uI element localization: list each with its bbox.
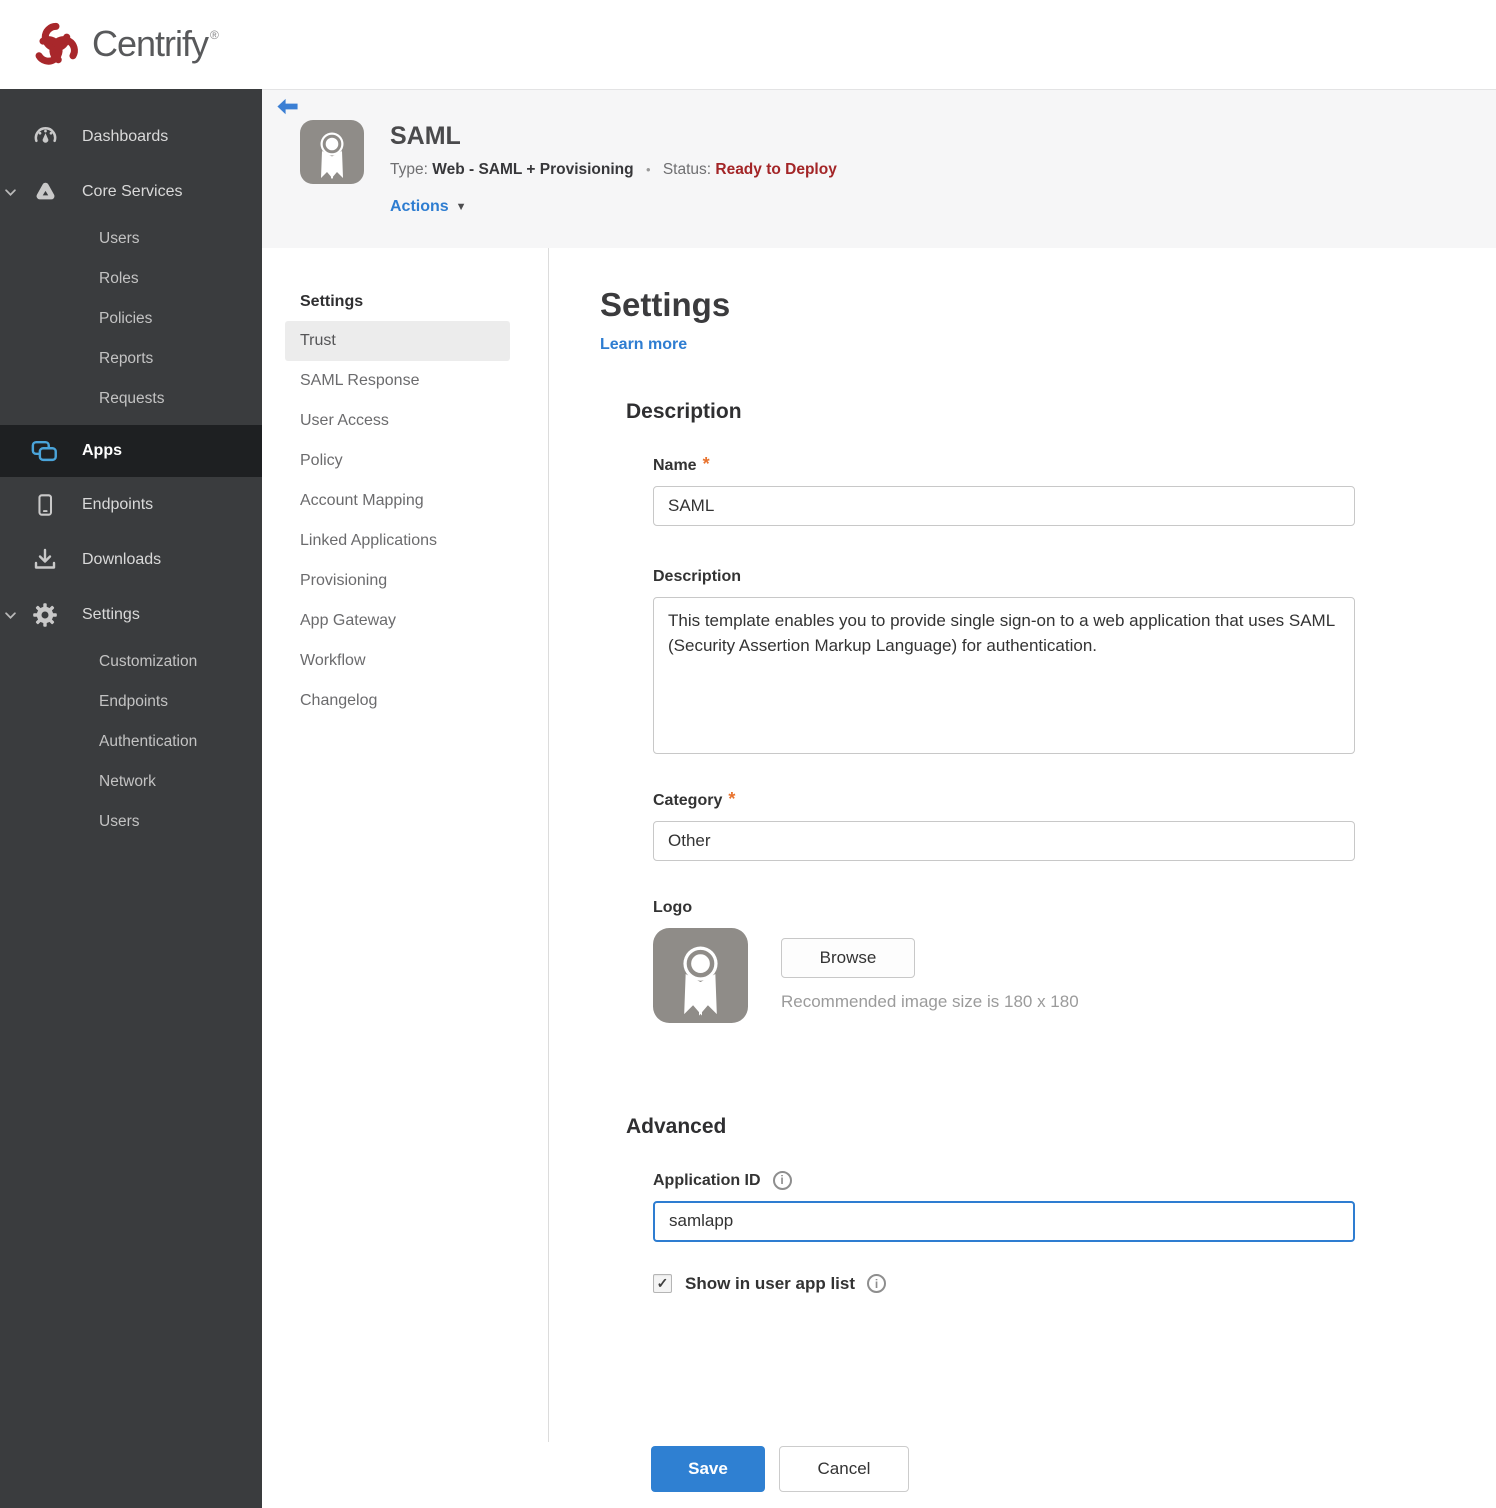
chevron-down-icon[interactable]	[5, 183, 16, 201]
sidebar-item-authentication[interactable]: Authentication	[0, 722, 262, 762]
info-icon[interactable]: i	[867, 1274, 887, 1294]
save-button[interactable]: Save	[651, 1445, 765, 1492]
subnav-item-provisioning[interactable]: Provisioning	[285, 561, 510, 601]
subnav-item-app-gateway[interactable]: App Gateway	[285, 601, 510, 641]
subnav-item-trust[interactable]: Trust	[285, 321, 510, 361]
centrify-swirl-icon	[35, 22, 78, 65]
core-services-icon	[31, 180, 59, 204]
download-icon	[31, 547, 59, 573]
sidebar-item-settings[interactable]: Settings	[0, 587, 262, 642]
name-label: Name *	[653, 453, 710, 474]
advanced-section-heading: Advanced	[626, 1114, 727, 1138]
sidebar-item-core-services[interactable]: Core Services	[0, 164, 262, 219]
sidebar-item-settings-endpoints[interactable]: Endpoints	[0, 682, 262, 722]
category-label: Category *	[653, 788, 736, 809]
sidebar-item-apps[interactable]: Apps	[0, 425, 262, 477]
required-marker: *	[728, 788, 736, 809]
sidebar-item-roles[interactable]: Roles	[0, 259, 262, 299]
app-meta: Type: Web - SAML + Provisioning • Status…	[390, 161, 837, 179]
chevron-down-icon[interactable]	[5, 606, 16, 624]
status-label: Status:	[662, 161, 712, 178]
browse-button[interactable]: Browse	[781, 937, 915, 978]
show-in-user-app-list-label: Show in user app list	[685, 1273, 856, 1293]
sidebar-item-customization[interactable]: Customization	[0, 642, 262, 682]
brand-trademark: ®	[210, 27, 219, 42]
apps-icon	[31, 439, 59, 464]
sidebar-item-downloads[interactable]: Downloads	[0, 532, 262, 587]
gauge-icon	[31, 124, 59, 149]
back-arrow-icon[interactable]	[276, 98, 299, 122]
type-value: Web - SAML + Provisioning	[432, 161, 634, 178]
required-marker: *	[702, 453, 710, 474]
app-subnav: Settings Trust SAML Response User Access…	[262, 248, 549, 1442]
sidebar-item-policies[interactable]: Policies	[0, 299, 262, 339]
meta-separator: •	[645, 162, 651, 177]
settings-panel: Settings Learn more Description Name * D…	[549, 248, 1496, 1508]
app-header: SAML Type: Web - SAML + Provisioning • S…	[262, 89, 1496, 248]
subnav-item-user-access[interactable]: User Access	[285, 401, 510, 441]
subnav-item-linked-applications[interactable]: Linked Applications	[285, 521, 510, 561]
cancel-button[interactable]: Cancel	[779, 1445, 909, 1492]
actions-menu-button[interactable]: Actions ▼	[390, 198, 480, 216]
top-brand-bar: Centrify ®	[0, 0, 1496, 89]
gear-icon	[31, 602, 59, 628]
brand-name: Centrify	[92, 22, 209, 64]
subnav-title: Settings	[300, 293, 364, 310]
application-id-label: Application ID i	[653, 1170, 1496, 1190]
name-field[interactable]	[653, 485, 1355, 526]
application-id-field[interactable]	[653, 1200, 1355, 1242]
logo-label: Logo	[653, 898, 693, 916]
app-logo-icon	[300, 120, 364, 184]
app-logo-preview	[653, 927, 748, 1023]
sidebar-item-dashboards[interactable]: Dashboards	[0, 109, 262, 164]
description-section-heading: Description	[626, 399, 742, 423]
app-title: SAML	[390, 122, 461, 150]
sidebar-item-reports[interactable]: Reports	[0, 339, 262, 379]
sidebar-item-core-users[interactable]: Users	[0, 219, 262, 259]
info-icon[interactable]: i	[772, 1170, 792, 1190]
device-icon	[31, 492, 59, 518]
description-label: Description	[653, 567, 742, 585]
sidebar: Dashboards Core Services Users Roles Pol…	[0, 89, 262, 1508]
subnav-item-workflow[interactable]: Workflow	[285, 641, 510, 681]
category-field[interactable]	[653, 820, 1355, 861]
subnav-item-saml-response[interactable]: SAML Response	[285, 361, 510, 401]
show-in-user-app-list-checkbox[interactable]: ✓	[653, 1274, 672, 1294]
description-field[interactable]: This template enables you to provide sin…	[653, 596, 1355, 754]
sidebar-item-settings-users[interactable]: Users	[0, 802, 262, 842]
type-label: Type:	[390, 161, 428, 178]
sidebar-item-endpoints[interactable]: Endpoints	[0, 477, 262, 532]
sidebar-item-network[interactable]: Network	[0, 762, 262, 802]
centrify-logo: Centrify ®	[28, 16, 219, 74]
subnav-item-policy[interactable]: Policy	[285, 441, 510, 481]
caret-down-icon: ▼	[455, 201, 467, 213]
logo-size-hint: Recommended image size is 180 x 180	[781, 991, 1079, 1011]
learn-more-link[interactable]: Learn more	[600, 336, 687, 354]
sidebar-item-requests[interactable]: Requests	[0, 379, 262, 419]
subnav-item-account-mapping[interactable]: Account Mapping	[285, 481, 510, 521]
status-value: Ready to Deploy	[715, 161, 837, 178]
page-title: Settings	[600, 286, 731, 323]
subnav-item-changelog[interactable]: Changelog	[285, 681, 510, 721]
show-in-user-app-list-row: ✓ Show in user app list i	[653, 1274, 1496, 1294]
